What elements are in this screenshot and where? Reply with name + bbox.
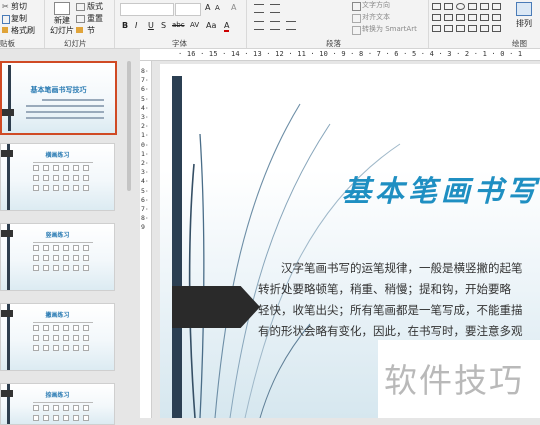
new-slide-icon[interactable] bbox=[54, 2, 70, 15]
cut-icon[interactable]: ✂ bbox=[2, 3, 9, 11]
slide-body-line: 汉字笔画书写的运笔规律，一般是横竖撇的起笔 bbox=[281, 261, 523, 275]
slide-thumbnail-title: 横画练习 bbox=[45, 152, 70, 159]
slide-thumbnail-title: 竖画练习 bbox=[45, 232, 70, 239]
slide-body-line: 转折处要略顿笔，稍重、稍慢；提和钩，开始要略 bbox=[258, 282, 511, 296]
font-group-label: 字体 bbox=[172, 39, 187, 48]
bold-button[interactable]: B bbox=[122, 21, 128, 30]
align-text-button[interactable]: 对齐文本 bbox=[362, 12, 390, 22]
horizontal-ruler-scale: · 16 · 15 · 14 · 13 · 12 · 11 · 10 · 9 ·… bbox=[178, 50, 523, 58]
layout-icon[interactable] bbox=[76, 3, 85, 11]
slide-thumbnail-2[interactable]: 横画练习 bbox=[0, 143, 115, 211]
shapes-gallery[interactable] bbox=[432, 1, 506, 35]
thumbnail-scrollbar-handle[interactable] bbox=[127, 61, 131, 191]
font-color-button[interactable]: A bbox=[224, 21, 230, 32]
paragraph-group-label: 段落 bbox=[326, 39, 341, 48]
slide-body-text[interactable]: 汉字笔画书写的运笔规律，一般是横竖撇的起笔 转折处要略顿笔，稍重、稍慢；提和钩，… bbox=[258, 258, 540, 342]
layout-button[interactable]: 版式 bbox=[87, 1, 103, 12]
clipboard-group-label: 贴板 bbox=[0, 39, 15, 48]
align-right-icon[interactable] bbox=[286, 21, 296, 30]
format-painter-icon[interactable] bbox=[2, 27, 8, 33]
text-direction-icon[interactable] bbox=[352, 2, 361, 11]
reset-icon[interactable] bbox=[76, 15, 85, 23]
vertical-ruler: 8·7·6·5·4·3·2·1·0·1·2·3·4·5·6·7·8·9 bbox=[140, 61, 152, 418]
slides-group-label: 幻灯片 bbox=[64, 39, 87, 48]
vertical-ruler-scale: 8·7·6·5·4·3·2·1·0·1·2·3·4·5·6·7·8·9 bbox=[141, 67, 149, 232]
slide-thumbnail-title: 基本笔画书写技巧 bbox=[30, 86, 87, 94]
cut-button[interactable]: 剪切 bbox=[11, 1, 27, 12]
slide-thumbnail-1[interactable]: 基本笔画书写技巧 bbox=[0, 61, 117, 135]
slide-thumbnail-5[interactable]: 捺画练习 bbox=[0, 383, 115, 425]
ribbon: ✂ 剪切 复制 格式刷 贴板 新建 幻灯片 版式 重置 节 幻灯片 A A A … bbox=[0, 0, 540, 49]
slide-thumbnail-3[interactable]: 竖画练习 bbox=[0, 223, 115, 291]
thumbnail-scrollbar[interactable] bbox=[126, 49, 132, 199]
align-left-icon[interactable] bbox=[254, 21, 264, 30]
char-spacing-button[interactable]: AV bbox=[190, 21, 199, 29]
watermark: 软件技巧 bbox=[378, 340, 540, 418]
arrange-icon[interactable] bbox=[516, 2, 532, 16]
copy-icon[interactable] bbox=[2, 15, 10, 24]
convert-smartart-button[interactable]: 转换为 SmartArt bbox=[362, 24, 417, 34]
slide-thumbnail-pane: 基本笔画书写技巧 横画练习 竖画练习 撇画练习 捺画练习 bbox=[0, 49, 132, 425]
slide-body-line: 轻快，收笔出尖；所有笔画都是一笔写成，不能重描 bbox=[258, 303, 523, 317]
drawing-group-label: 绘图 bbox=[512, 39, 527, 48]
italic-button[interactable]: I bbox=[135, 21, 137, 30]
font-name-input[interactable] bbox=[120, 3, 174, 16]
reset-button[interactable]: 重置 bbox=[87, 13, 103, 24]
slide-thumbnail-title: 捺画练习 bbox=[45, 392, 70, 399]
text-direction-button[interactable]: 文字方向 bbox=[362, 0, 390, 10]
underline-button[interactable]: U bbox=[148, 21, 154, 30]
numbering-icon[interactable] bbox=[270, 4, 280, 13]
increase-font-icon[interactable]: A bbox=[205, 3, 210, 12]
align-center-icon[interactable] bbox=[270, 21, 280, 30]
format-painter-button[interactable]: 格式刷 bbox=[11, 25, 35, 36]
decrease-font-icon[interactable]: A bbox=[215, 4, 220, 12]
slide-body-line: 有的形状会略有变化，因此，在书写时，要注意多观 bbox=[258, 324, 523, 338]
strikethrough-button[interactable]: abc bbox=[172, 21, 185, 29]
section-icon[interactable] bbox=[76, 27, 83, 33]
change-case-button[interactable]: Aa bbox=[206, 21, 216, 30]
slide-title[interactable]: 基本笔画书写 bbox=[342, 168, 540, 210]
section-button[interactable]: 节 bbox=[87, 25, 95, 36]
horizontal-ruler: · 16 · 15 · 14 · 13 · 12 · 11 · 10 · 9 ·… bbox=[140, 49, 540, 61]
bullets-icon[interactable] bbox=[254, 4, 264, 13]
copy-button[interactable]: 复制 bbox=[11, 13, 27, 24]
clear-format-icon[interactable]: A bbox=[231, 3, 236, 12]
new-slide-button-line2[interactable]: 幻灯片 bbox=[50, 25, 74, 36]
shadow-button[interactable]: S bbox=[161, 21, 166, 30]
align-text-icon[interactable] bbox=[352, 14, 361, 23]
slide-thumbnail-4[interactable]: 撇画练习 bbox=[0, 303, 115, 371]
smartart-icon[interactable] bbox=[352, 26, 361, 35]
slide-thumbnail-title: 撇画练习 bbox=[45, 312, 70, 319]
font-size-input[interactable] bbox=[175, 3, 201, 16]
watermark-text: 软件技巧 bbox=[384, 361, 524, 400]
arrange-button[interactable]: 排列 bbox=[516, 18, 532, 29]
slide-left-bar bbox=[172, 76, 182, 418]
